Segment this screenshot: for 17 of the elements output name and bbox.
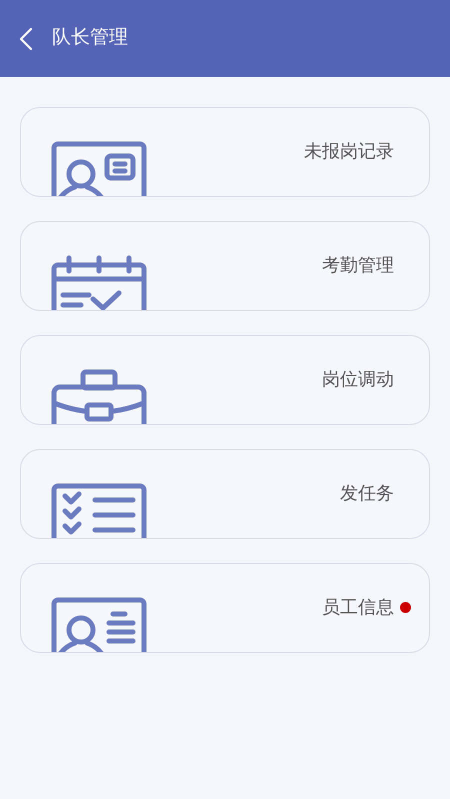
menu-card[interactable]: 岗位调动 [20, 335, 430, 425]
menu-card[interactable]: 考勤管理 [20, 221, 430, 311]
menu-card[interactable]: 未报岗记录 [20, 107, 430, 197]
menu-label: 发任务 [340, 482, 394, 505]
profile-card-icon [51, 597, 147, 652]
menu-label: 考勤管理 [322, 254, 394, 277]
page-title: 队长管理 [52, 26, 128, 50]
menu-card[interactable]: 发任务 [20, 449, 430, 539]
back-icon[interactable] [19, 26, 33, 50]
id-card-icon [51, 141, 147, 196]
menu-label: 未报岗记录 [304, 140, 394, 163]
checklist-icon [51, 483, 147, 538]
menu-label: 岗位调动 [322, 368, 394, 391]
menu-card[interactable]: 员工信息 [20, 563, 430, 653]
calendar-icon [51, 255, 147, 310]
briefcase-icon [51, 369, 147, 424]
menu-label: 员工信息 [322, 596, 394, 619]
